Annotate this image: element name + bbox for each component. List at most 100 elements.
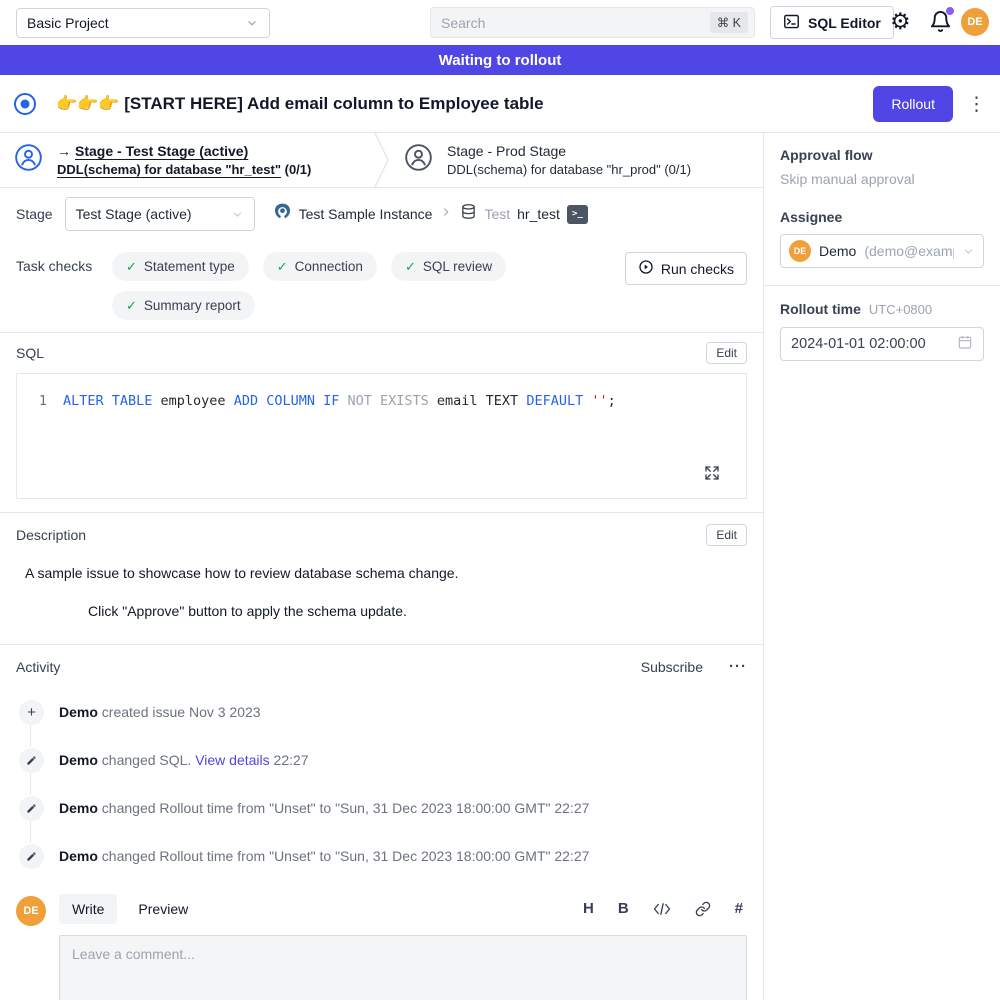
check-chips: ✓Statement type ✓Connection ✓SQL review …: [112, 252, 592, 320]
activity-text: changed Rollout time from "Unset" to "Su…: [98, 848, 589, 864]
activity-user: Demo: [59, 800, 98, 816]
line-number: 1: [17, 393, 47, 409]
comment-avatar: DE: [16, 896, 46, 926]
bold-icon[interactable]: B: [618, 900, 629, 917]
project-selector[interactable]: Basic Project: [16, 8, 270, 38]
activity-text: created issue Nov 3 2023: [98, 704, 261, 720]
instance-name-link[interactable]: Test Sample Instance: [299, 206, 433, 222]
status-banner: Waiting to rollout: [0, 45, 1000, 75]
stage-dropdown[interactable]: Test Stage (active): [65, 197, 255, 231]
chevron-down-icon: [962, 245, 975, 258]
check-summary-report[interactable]: ✓Summary report: [112, 291, 255, 320]
hash-icon[interactable]: #: [735, 900, 743, 917]
approval-flow-value: Skip manual approval: [780, 171, 984, 187]
sql-token: email TEXT: [429, 393, 527, 409]
stage-prod-user-icon: [404, 143, 433, 177]
database-icon: [460, 203, 477, 225]
chevron-down-icon: [245, 16, 259, 30]
open-in-sql-editor-icon[interactable]: >_: [567, 205, 588, 224]
rollout-button[interactable]: Rollout: [873, 86, 953, 122]
stage-prod-task: DDL(schema) for database "hr_prod" (0/1): [447, 162, 691, 177]
activity-user: Demo: [59, 752, 98, 768]
pencil-icon: [19, 748, 44, 773]
active-stage-arrow-icon: →: [57, 143, 71, 159]
stage-select-row: Stage Test Stage (active) Test Sample In…: [0, 188, 763, 240]
check-passed-icon: ✓: [277, 259, 288, 275]
stage-prod[interactable]: Stage - Prod Stage DDL(schema) for datab…: [390, 143, 691, 177]
tab-write[interactable]: Write: [59, 894, 117, 924]
environment-label: Test: [484, 206, 510, 222]
stage-dropdown-value: Test Stage (active): [76, 206, 192, 222]
activity-text: changed SQL.: [98, 752, 195, 768]
activity-user: Demo: [59, 704, 98, 720]
link-icon[interactable]: [695, 901, 711, 917]
check-sql-review[interactable]: ✓SQL review: [391, 252, 506, 281]
instance-breadcrumb: Test Sample Instance Test hr_test >_: [273, 202, 588, 226]
check-connection[interactable]: ✓ Connection: [263, 252, 377, 281]
check-statement-type[interactable]: ✓ Statement type: [112, 252, 249, 281]
sql-token: '': [583, 393, 607, 409]
stage-test-count: (0/1): [285, 162, 312, 177]
activity-section: Activity Subscribe ··· + Demo created is…: [0, 645, 763, 880]
approval-flow-label: Approval flow: [780, 147, 984, 163]
description-section: Description Edit A sample issue to showc…: [0, 513, 763, 645]
plus-icon: +: [19, 700, 44, 725]
pencil-icon: [19, 796, 44, 821]
issue-sidebar: Approval flow Skip manual approval Assig…: [763, 133, 1000, 1000]
user-avatar[interactable]: DE: [961, 8, 989, 36]
stage-test-title: Stage - Test Stage (active): [75, 143, 248, 159]
sql-editor-readonly[interactable]: 1ALTER TABLE employee ADD COLUMN IF NOT …: [16, 373, 747, 499]
sql-token: NOT EXISTS: [339, 393, 428, 409]
view-details-link[interactable]: View details: [195, 752, 269, 768]
description-edit-button[interactable]: Edit: [706, 524, 747, 546]
activity-user: Demo: [59, 848, 98, 864]
postgresql-icon: [273, 202, 292, 226]
terminal-icon: [783, 13, 800, 33]
rollout-time-picker[interactable]: 2024-01-01 02:00:00: [780, 327, 984, 361]
sql-token: ADD COLUMN IF: [234, 393, 340, 409]
calendar-icon: [957, 334, 973, 354]
description-label: Description: [16, 527, 86, 543]
notification-dot: [946, 7, 954, 15]
sql-editor-button[interactable]: SQL Editor: [770, 6, 894, 39]
settings-gear-icon[interactable]: ⚙: [890, 4, 911, 40]
run-checks-label: Run checks: [661, 261, 734, 277]
activity-time: 22:27: [270, 752, 309, 768]
activity-more-icon[interactable]: ···: [729, 658, 747, 675]
check-label: Connection: [295, 259, 363, 274]
database-name-link[interactable]: hr_test: [517, 206, 560, 222]
main-column: →Stage - Test Stage (active) DDL(schema)…: [0, 133, 763, 1000]
assignee-selector[interactable]: DE Demo (demo@example: [780, 234, 984, 268]
expand-fullscreen-icon[interactable]: [704, 465, 720, 486]
check-label: Statement type: [144, 259, 235, 274]
run-checks-button[interactable]: Run checks: [625, 252, 747, 285]
tab-preview[interactable]: Preview: [125, 894, 201, 924]
sql-section: SQL Edit 1ALTER TABLE employee ADD COLUM…: [0, 333, 763, 513]
heading-icon[interactable]: H: [583, 900, 594, 917]
sidebar-divider: [764, 285, 1000, 286]
subscribe-button[interactable]: Subscribe: [641, 659, 703, 675]
code-icon[interactable]: [653, 902, 671, 916]
task-checks-label: Task checks: [16, 252, 112, 320]
sql-code-line: 1ALTER TABLE employee ADD COLUMN IF NOT …: [17, 374, 746, 409]
stage-test-user-icon: [14, 143, 43, 177]
comment-composer: DE ··· Write Preview H B #: [0, 880, 763, 1000]
timezone-label: UTC+0800: [869, 302, 932, 317]
sql-editor-label: SQL Editor: [808, 15, 881, 31]
stage-test[interactable]: →Stage - Test Stage (active) DDL(schema)…: [0, 143, 374, 177]
comment-textarea[interactable]: [59, 935, 747, 1000]
stage-test-task: DDL(schema) for database "hr_test": [57, 162, 281, 177]
description-text: Click "Approve" button to apply the sche…: [88, 603, 747, 619]
more-menu-icon[interactable]: ⋮: [967, 86, 986, 122]
search-input[interactable]: Search ⌘ K: [430, 7, 755, 38]
stage-separator: [374, 133, 390, 187]
check-label: SQL review: [423, 259, 492, 274]
sql-edit-button[interactable]: Edit: [706, 342, 747, 364]
issue-title: 👉👉👉 [START HERE] Add email column to Emp…: [56, 94, 544, 114]
issue-status-icon: [14, 93, 36, 115]
issue-detail-page: Basic Project Search ⌘ K SQL Editor ⚙ DE…: [0, 0, 1000, 1000]
check-passed-icon: ✓: [126, 259, 137, 275]
search-shortcut-badge: ⌘ K: [710, 12, 748, 33]
notifications-bell-icon[interactable]: [929, 10, 952, 38]
chevron-down-icon: [231, 208, 244, 221]
